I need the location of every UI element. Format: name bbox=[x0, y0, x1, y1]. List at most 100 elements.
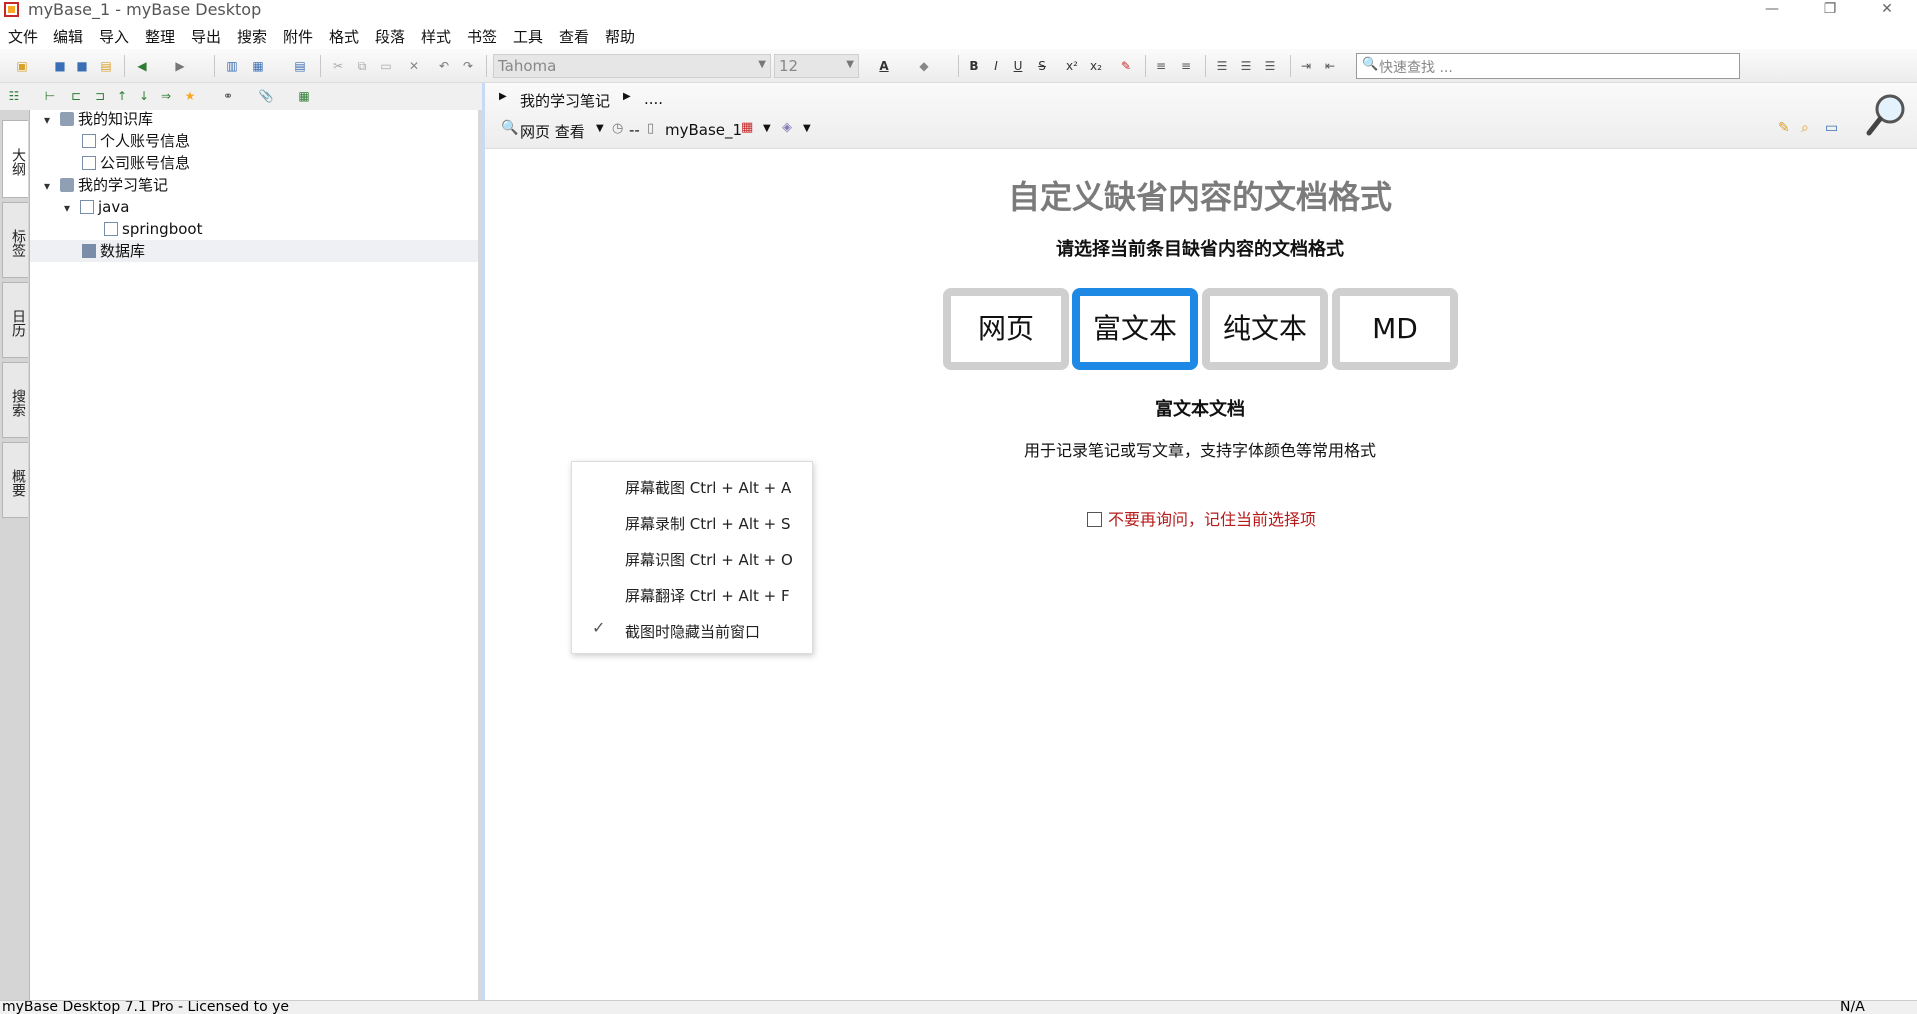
strikethrough-icon[interactable]: S bbox=[1034, 58, 1050, 74]
link-icon[interactable]: ⚭ bbox=[220, 88, 236, 104]
folder-icon[interactable]: ▤ bbox=[98, 58, 114, 74]
chevron-down-icon[interactable]: ▼ bbox=[763, 123, 771, 134]
checkbox-icon[interactable] bbox=[1087, 512, 1102, 527]
menu-style[interactable]: 样式 bbox=[421, 26, 451, 47]
chevron-down-icon[interactable]: ▾ bbox=[64, 197, 80, 219]
move-down-icon[interactable]: ↓ bbox=[136, 88, 152, 104]
menu-item-screen-capture[interactable]: 屏幕截图 Ctrl + Alt + A bbox=[625, 477, 791, 498]
align-center-icon[interactable]: ☰ bbox=[1238, 58, 1254, 74]
new-sibling-icon[interactable]: ⊏ bbox=[68, 88, 84, 104]
menu-edit[interactable]: 编辑 bbox=[53, 26, 83, 47]
menu-format[interactable]: 格式 bbox=[329, 26, 359, 47]
find-icon[interactable]: ⌕ bbox=[1801, 120, 1809, 136]
back-icon[interactable]: ◀ bbox=[134, 58, 150, 74]
highlight-icon[interactable]: ◆ bbox=[916, 58, 932, 74]
menu-import[interactable]: 导入 bbox=[99, 26, 129, 47]
breadcrumb-item[interactable]: .... bbox=[644, 90, 663, 108]
window-icon[interactable]: ▭ bbox=[1825, 120, 1838, 136]
outdent-icon[interactable]: ⇤ bbox=[1322, 58, 1338, 74]
undo-icon[interactable]: ↶ bbox=[436, 58, 452, 74]
menu-export[interactable]: 导出 bbox=[191, 26, 221, 47]
delete-icon[interactable]: ✕ bbox=[406, 58, 422, 74]
restore-button[interactable]: ❐ bbox=[1807, 0, 1853, 21]
font-size-select[interactable]: 12 ▼ bbox=[774, 54, 859, 78]
tag-icon[interactable]: ◈ bbox=[782, 120, 792, 135]
paste-icon[interactable]: ▭ bbox=[378, 58, 394, 74]
move-up-icon[interactable]: ↑ bbox=[114, 88, 130, 104]
chevron-right-icon[interactable]: ▶ bbox=[499, 91, 507, 102]
tree-item[interactable]: ▾ 我的知识库 bbox=[44, 108, 153, 130]
breadcrumb-item[interactable]: 我的学习笔记 bbox=[520, 90, 610, 111]
menu-organize[interactable]: 整理 bbox=[145, 26, 175, 47]
close-button[interactable]: ✕ bbox=[1864, 0, 1910, 21]
layout-split-icon[interactable]: ▦ bbox=[250, 58, 266, 74]
menu-item-hide-window[interactable]: 截图时隐藏当前窗口 bbox=[625, 621, 760, 642]
view-mode-select[interactable]: 网页 查看 bbox=[520, 121, 585, 142]
tab-outline[interactable]: 大纲 bbox=[2, 120, 28, 198]
menu-view[interactable]: 查看 bbox=[559, 26, 589, 47]
edit-icon[interactable]: ✎ bbox=[1778, 120, 1790, 136]
tree-item[interactable]: 个人账号信息 bbox=[82, 130, 190, 152]
remember-choice-checkbox[interactable]: 不要再询问，记住当前选择项 bbox=[1087, 506, 1316, 530]
tree-item[interactable]: 公司账号信息 bbox=[82, 152, 190, 174]
open-icon[interactable]: ▣ bbox=[14, 58, 30, 74]
format-option-webpage[interactable]: 网页 bbox=[943, 288, 1069, 370]
chevron-down-icon[interactable]: ▼ bbox=[596, 123, 604, 134]
format-option-richtext[interactable]: 富文本 bbox=[1072, 288, 1198, 370]
menu-item-screen-ocr[interactable]: 屏幕识图 Ctrl + Alt + O bbox=[625, 549, 793, 570]
save-icon[interactable]: ■ bbox=[52, 58, 68, 74]
save-all-icon[interactable]: ■ bbox=[74, 58, 90, 74]
tree-item[interactable]: ▾ 我的学习笔记 bbox=[44, 174, 168, 196]
panel-icon[interactable]: ▤ bbox=[292, 58, 308, 74]
new-item-icon[interactable]: ⊐ bbox=[92, 88, 108, 104]
tree-item[interactable]: ▾ java bbox=[64, 196, 129, 218]
format-option-markdown[interactable]: MD bbox=[1332, 288, 1458, 370]
star-icon[interactable]: ★ bbox=[182, 88, 198, 104]
menu-search[interactable]: 搜索 bbox=[237, 26, 267, 47]
copy-icon[interactable]: ⧉ bbox=[354, 58, 370, 74]
underline-icon[interactable]: U bbox=[1010, 58, 1026, 74]
chevron-down-icon[interactable]: ▼ bbox=[803, 123, 811, 134]
forward-icon[interactable]: ▶ bbox=[172, 58, 188, 74]
chevron-down-icon[interactable]: ▾ bbox=[44, 109, 60, 131]
new-child-icon[interactable]: ⊢ bbox=[42, 88, 58, 104]
align-right-icon[interactable]: ☰ bbox=[1262, 58, 1278, 74]
tab-calendar[interactable]: 日历 bbox=[2, 282, 28, 358]
tab-search[interactable]: 搜索 bbox=[2, 362, 28, 438]
menu-help[interactable]: 帮助 bbox=[605, 26, 635, 47]
tree-item-selected[interactable]: 数据库 bbox=[82, 240, 145, 262]
chevron-down-icon[interactable]: ▾ bbox=[44, 175, 60, 197]
menu-bookmark[interactable]: 书签 bbox=[467, 26, 497, 47]
ordered-list-icon[interactable]: ≡ bbox=[1153, 58, 1169, 74]
italic-icon[interactable]: I bbox=[988, 58, 1004, 74]
menu-tools[interactable]: 工具 bbox=[513, 26, 543, 47]
bold-icon[interactable]: B bbox=[966, 58, 982, 74]
layout-icon[interactable]: ▥ bbox=[224, 58, 240, 74]
bullet-list-icon[interactable]: ≡ bbox=[1178, 58, 1194, 74]
cut-icon[interactable]: ✂ bbox=[330, 58, 346, 74]
calendar-icon[interactable]: ▦ bbox=[741, 120, 753, 135]
font-name-select[interactable]: Tahoma ▼ bbox=[493, 54, 771, 78]
font-color-icon[interactable]: A bbox=[876, 58, 892, 74]
format-option-plaintext[interactable]: 纯文本 bbox=[1202, 288, 1328, 370]
menu-file[interactable]: 文件 bbox=[8, 26, 38, 47]
tree-item[interactable]: springboot bbox=[104, 218, 202, 240]
magnifier-icon[interactable] bbox=[1866, 92, 1908, 138]
tab-tags[interactable]: 标签 bbox=[2, 202, 28, 278]
outline-view-icon[interactable]: ☷ bbox=[6, 88, 22, 104]
indent-icon[interactable]: ⇥ bbox=[1298, 58, 1314, 74]
menu-attachment[interactable]: 附件 bbox=[283, 26, 313, 47]
quick-search-input[interactable]: 🔍 快速查找 ... bbox=[1356, 53, 1740, 79]
menu-item-screen-translate[interactable]: 屏幕翻译 Ctrl + Alt + F bbox=[625, 585, 790, 606]
move-right-icon[interactable]: ⇒ bbox=[158, 88, 174, 104]
clear-format-icon[interactable]: ✎ bbox=[1118, 58, 1134, 74]
attachment-icon[interactable]: 📎 bbox=[258, 88, 274, 104]
align-left-icon[interactable]: ☰ bbox=[1214, 58, 1230, 74]
calendar-icon[interactable]: ▦ bbox=[296, 88, 312, 104]
redo-icon[interactable]: ↷ bbox=[460, 58, 476, 74]
minimize-button[interactable]: — bbox=[1749, 0, 1795, 21]
database-name[interactable]: myBase_1 bbox=[665, 121, 742, 139]
superscript-icon[interactable]: x² bbox=[1064, 58, 1080, 74]
menu-item-screen-record[interactable]: 屏幕录制 Ctrl + Alt + S bbox=[625, 513, 791, 534]
chevron-right-icon[interactable]: ▶ bbox=[623, 91, 631, 102]
